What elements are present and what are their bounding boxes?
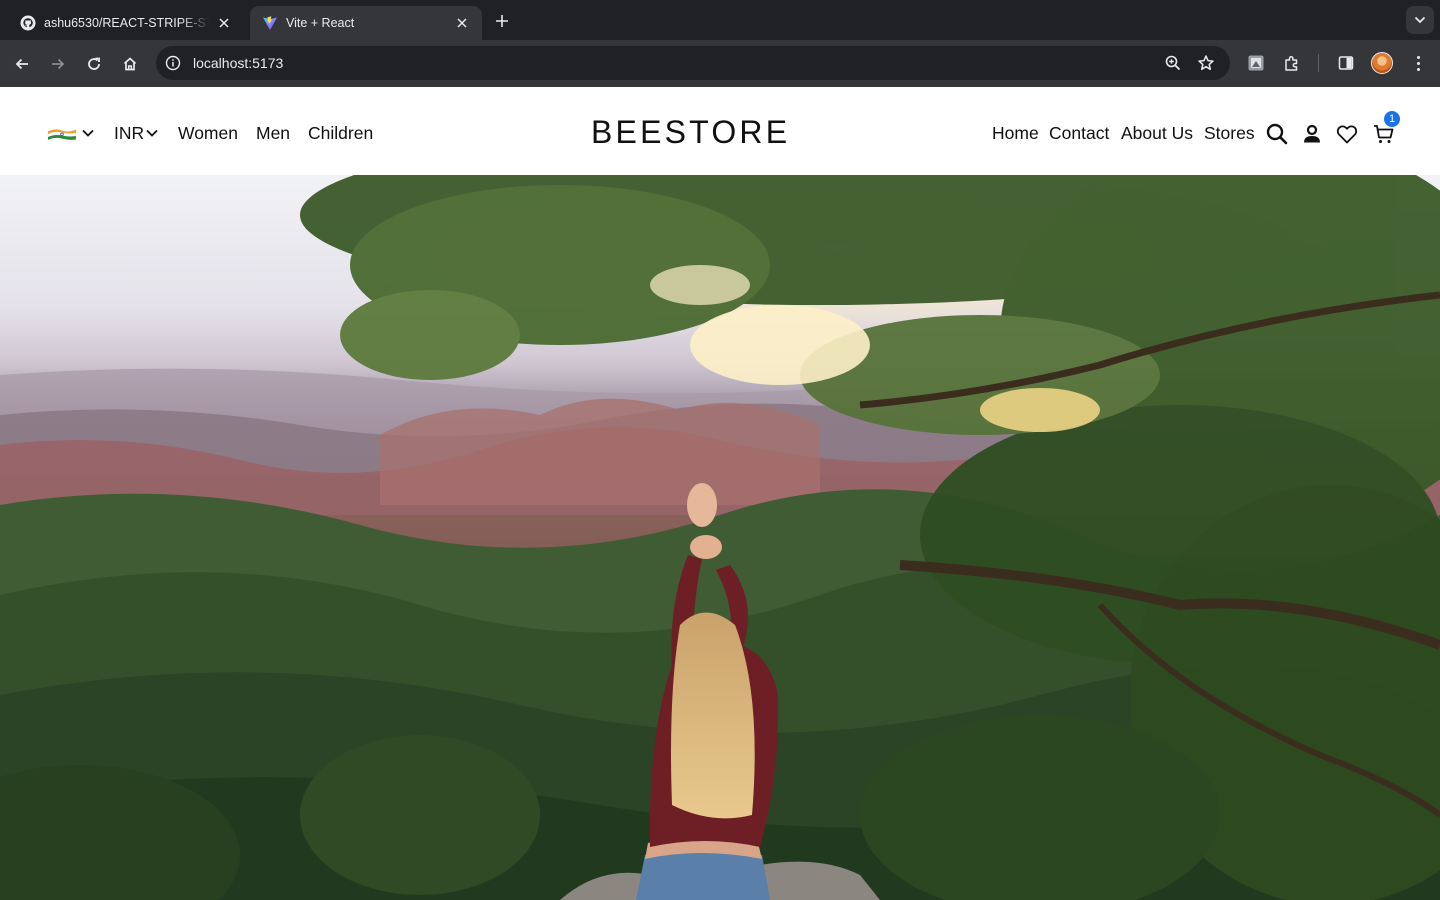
browser-tab-vite[interactable]: Vite + React xyxy=(250,6,482,40)
browser-tab-strip: ashu6530/REACT-STRIPE-STORE Vite + React xyxy=(0,0,1440,40)
india-flag-icon[interactable] xyxy=(47,127,77,141)
tab-search-button[interactable] xyxy=(1406,6,1434,34)
nav-link-home[interactable]: Home xyxy=(992,123,1039,144)
side-panel-icon[interactable] xyxy=(1336,53,1356,73)
zoom-icon[interactable] xyxy=(1164,54,1182,72)
search-icon[interactable] xyxy=(1265,122,1289,146)
home-icon xyxy=(123,57,137,71)
tab-close-icon[interactable] xyxy=(454,15,470,31)
github-icon xyxy=(20,15,36,31)
chevron-down-icon xyxy=(1414,16,1426,24)
home-button[interactable] xyxy=(116,50,144,78)
reload-button[interactable] xyxy=(80,50,108,78)
chevron-down-icon[interactable] xyxy=(146,129,158,137)
tab-close-icon[interactable] xyxy=(216,15,232,31)
toolbar-divider xyxy=(1318,54,1319,72)
nav-link-about[interactable]: About Us xyxy=(1121,123,1193,144)
extension-icon[interactable] xyxy=(1246,53,1266,73)
vite-icon xyxy=(262,15,278,31)
forward-arrow-icon xyxy=(52,58,65,70)
back-button[interactable] xyxy=(8,50,36,78)
browser-tab-title: Vite + React xyxy=(286,16,355,30)
cart-count-badge: 1 xyxy=(1384,111,1400,127)
address-bar[interactable]: localhost:5173 xyxy=(156,46,1230,80)
nav-link-contact[interactable]: Contact xyxy=(1049,123,1109,144)
nav-link-children[interactable]: Children xyxy=(308,123,373,144)
chevron-down-icon[interactable] xyxy=(82,129,94,137)
currency-selector[interactable]: INR xyxy=(114,123,144,144)
reload-icon xyxy=(88,57,100,70)
extensions-puzzle-icon[interactable] xyxy=(1282,53,1302,73)
back-arrow-icon xyxy=(15,58,28,70)
heart-icon[interactable] xyxy=(1335,122,1359,146)
site-header: INR Women Men Children BEESTORE Home Con… xyxy=(0,87,1440,175)
profile-avatar[interactable] xyxy=(1371,52,1393,74)
user-icon[interactable] xyxy=(1300,122,1324,146)
brand-logo[interactable]: BEESTORE xyxy=(591,114,790,151)
nav-link-women[interactable]: Women xyxy=(178,123,238,144)
browser-tab-title: ashu6530/REACT-STRIPE-STORE xyxy=(44,16,210,30)
plus-icon xyxy=(496,15,508,27)
hero-image xyxy=(0,175,1440,900)
nav-link-men[interactable]: Men xyxy=(256,123,290,144)
site-info-icon[interactable] xyxy=(164,54,182,72)
url-text[interactable]: localhost:5173 xyxy=(193,55,283,71)
browser-tab-github[interactable]: ashu6530/REACT-STRIPE-STORE xyxy=(8,6,244,40)
browser-toolbar: localhost:5173 xyxy=(0,40,1440,87)
new-tab-button[interactable] xyxy=(490,9,514,33)
hero-landscape-illustration xyxy=(0,175,1440,900)
bookmark-star-icon[interactable] xyxy=(1197,54,1215,72)
browser-menu-icon[interactable] xyxy=(1408,52,1428,74)
nav-link-stores[interactable]: Stores xyxy=(1204,123,1255,144)
forward-button[interactable] xyxy=(44,50,72,78)
